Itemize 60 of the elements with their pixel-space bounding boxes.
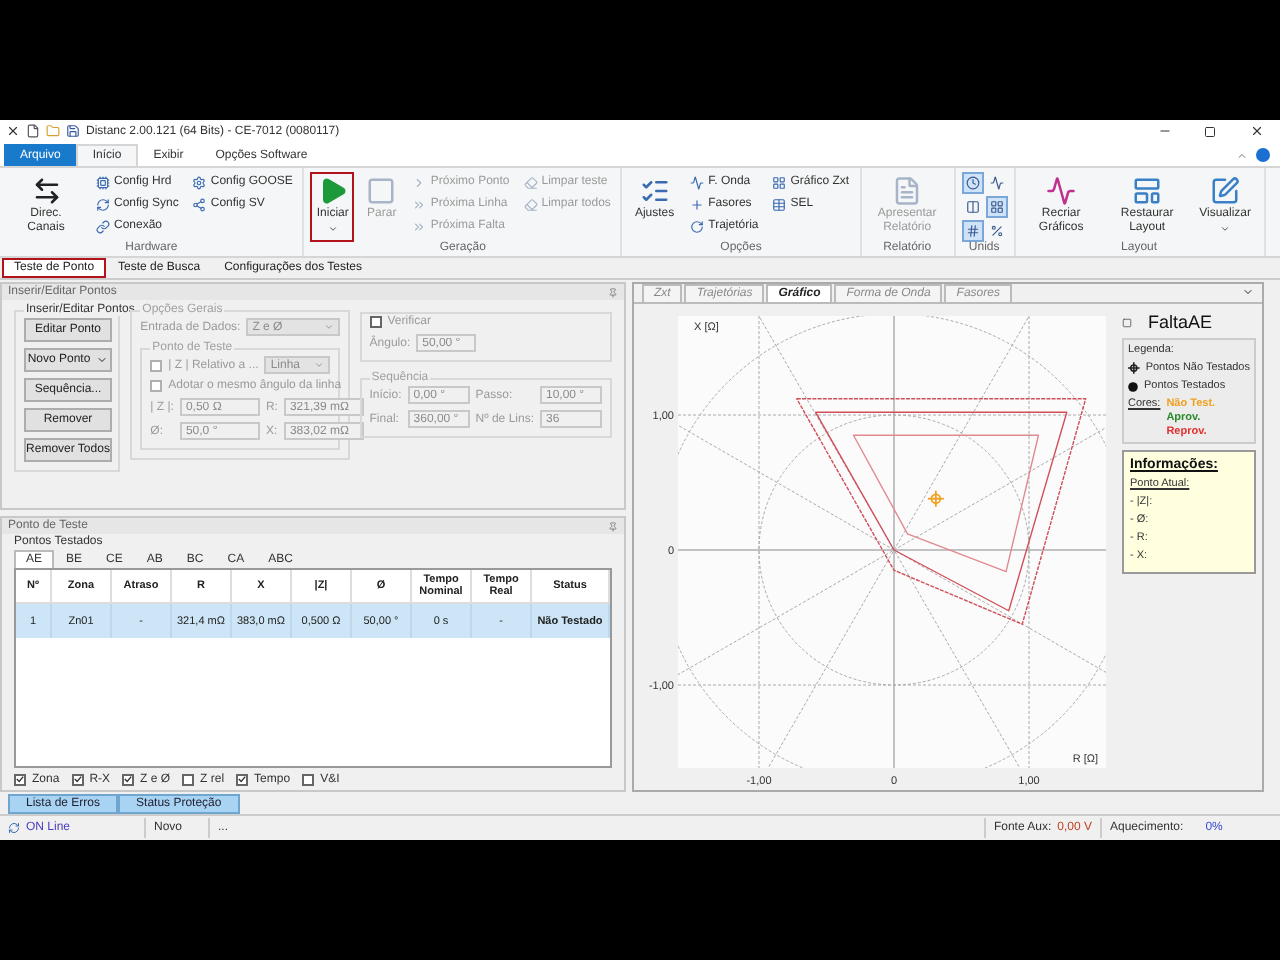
sync-icon bbox=[96, 197, 110, 211]
crosshair-marker-icon bbox=[926, 489, 945, 508]
caret-icon bbox=[1220, 224, 1231, 234]
table-icon bbox=[772, 197, 787, 211]
link-icon bbox=[96, 219, 110, 233]
checklist-icon bbox=[639, 176, 670, 206]
close-icon[interactable] bbox=[1249, 124, 1263, 138]
save-icon[interactable] bbox=[66, 124, 80, 138]
percent-icon bbox=[989, 224, 1004, 238]
checkbox[interactable] bbox=[369, 316, 382, 328]
double-chevron-icon bbox=[412, 197, 427, 211]
gear-icon bbox=[192, 175, 207, 189]
plus-icon bbox=[690, 197, 705, 211]
pin-icon[interactable] bbox=[1122, 317, 1132, 327]
crosshair-icon bbox=[1128, 362, 1140, 374]
rotate-icon bbox=[690, 219, 705, 233]
caret-icon bbox=[96, 354, 109, 366]
unit-toggle[interactable] bbox=[985, 172, 1008, 194]
share-icon bbox=[192, 197, 207, 211]
unit-toggle[interactable] bbox=[985, 196, 1008, 218]
play-icon bbox=[317, 176, 348, 206]
hash-icon bbox=[965, 224, 980, 238]
caret-icon[interactable] bbox=[1242, 286, 1254, 298]
dot-icon bbox=[1128, 381, 1138, 391]
caret-icon bbox=[327, 224, 338, 234]
checkbox[interactable] bbox=[122, 773, 135, 785]
minimize-icon[interactable] bbox=[1157, 124, 1171, 138]
app-logo-icon bbox=[6, 124, 20, 138]
arrows-icon bbox=[31, 176, 61, 206]
connection-icon bbox=[8, 822, 20, 834]
double-chevron-icon bbox=[412, 219, 427, 233]
checkbox[interactable] bbox=[302, 773, 315, 785]
checkbox[interactable] bbox=[14, 773, 26, 785]
help-icon[interactable] bbox=[1256, 148, 1270, 162]
wave-icon bbox=[1046, 176, 1077, 206]
caret-icon bbox=[323, 322, 334, 332]
clock-icon bbox=[965, 176, 980, 190]
unit-toggle[interactable] bbox=[961, 220, 984, 242]
eraser-icon bbox=[523, 175, 538, 189]
graph-title: FaltaAE bbox=[1148, 312, 1213, 332]
grid-icon bbox=[772, 175, 787, 189]
eraser-icon bbox=[523, 197, 538, 211]
new-file-icon[interactable] bbox=[26, 124, 40, 138]
stop-icon bbox=[366, 176, 397, 206]
chevron-icon bbox=[412, 175, 427, 189]
wave-icon bbox=[989, 176, 1004, 190]
caret-icon bbox=[313, 360, 324, 370]
maximize-icon[interactable] bbox=[1204, 125, 1216, 137]
chip-icon bbox=[96, 175, 110, 189]
unit-toggle[interactable] bbox=[961, 196, 984, 218]
checkbox[interactable] bbox=[236, 773, 249, 785]
columns-icon bbox=[965, 200, 980, 214]
grid-icon bbox=[989, 200, 1004, 214]
document-icon bbox=[892, 176, 923, 206]
wave-icon bbox=[690, 175, 705, 189]
checkbox[interactable] bbox=[182, 773, 195, 785]
edit-icon bbox=[1210, 176, 1241, 206]
unit-toggle[interactable] bbox=[961, 172, 984, 194]
layout-icon bbox=[1132, 176, 1163, 206]
checkbox[interactable] bbox=[71, 773, 84, 785]
